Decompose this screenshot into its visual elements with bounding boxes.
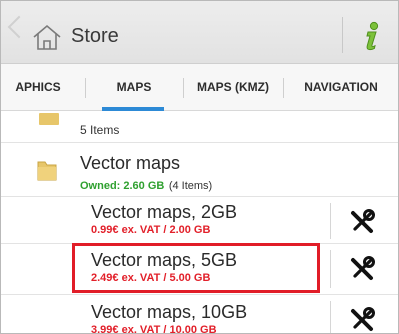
action-divider (330, 301, 331, 333)
tab-graphics[interactable]: APHICS (1, 64, 81, 110)
info-icon[interactable] (359, 21, 383, 51)
header-bar: Store (1, 1, 398, 64)
tab-bar: APHICS MAPS MAPS (KMZ) NAVIGATION (1, 64, 398, 111)
app-window: Store APHICS MAPS MAPS (KMZ) NAVIGATION … (0, 0, 399, 334)
header-divider (342, 17, 343, 53)
folder-item-count: 5 Items (80, 123, 120, 137)
tab-separator (283, 78, 284, 98)
action-divider (330, 203, 331, 239)
tab-separator (85, 78, 86, 98)
item-price: 3.99€ ex. VAT / 10.00 GB (91, 324, 217, 334)
tools-icon[interactable] (349, 209, 375, 235)
tools-icon[interactable] (349, 256, 375, 282)
item-title: Vector maps, 10GB (91, 302, 248, 322)
action-divider (330, 250, 331, 288)
tab-maps[interactable]: MAPS (89, 64, 179, 110)
folder-icon (39, 113, 59, 125)
list-item-vector-maps-folder[interactable]: Vector maps Owned: 2.60 GB (4 Items) (1, 143, 398, 195)
item-title: Vector maps, 2GB (91, 202, 238, 222)
tab-navigation[interactable]: NAVIGATION (285, 64, 397, 110)
highlight-box (72, 243, 320, 293)
folder-items-count: (4 Items) (168, 180, 213, 192)
page-title: Store (71, 25, 119, 47)
tools-icon[interactable] (349, 307, 375, 333)
tab-maps-kmz[interactable]: MAPS (KMZ) (187, 64, 279, 110)
folder-meta: Owned: 2.60 GB (4 Items) (80, 176, 212, 194)
list-item-prev-folder[interactable]: 5 Items (1, 111, 398, 141)
item-price: 0.99€ ex. VAT / 2.00 GB (91, 224, 211, 236)
folder-title: Vector maps (80, 153, 181, 173)
owned-size: Owned: 2.60 GB (80, 180, 165, 192)
folder-icon (37, 161, 57, 181)
home-icon[interactable] (31, 23, 63, 51)
list-item[interactable]: Vector maps, 2GB 0.99€ ex. VAT / 2.00 GB (1, 197, 398, 243)
list-item[interactable]: Vector maps, 10GB 3.99€ ex. VAT / 10.00 … (1, 295, 398, 334)
chevron-left-icon[interactable] (7, 15, 31, 39)
tab-separator (183, 78, 184, 98)
